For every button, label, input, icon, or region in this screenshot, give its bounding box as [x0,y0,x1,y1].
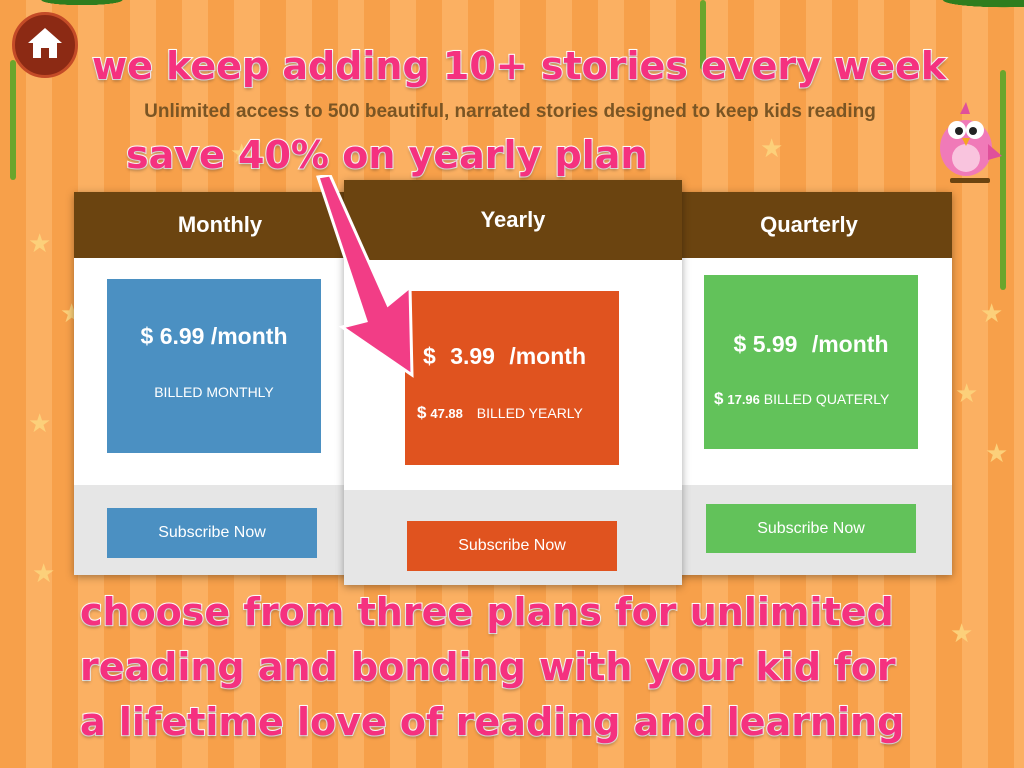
promo-save-text: save 40% on yearly plan [125,132,648,178]
billed-amount: 17.96 [727,392,760,407]
price-box-monthly: $ 6.99 /month BILLED MONTHLY [107,279,321,453]
star-icon: ★ [28,408,52,438]
price-period: /month [509,343,586,369]
currency-symbol: $ [417,403,427,422]
price-value: 6.99 [159,323,205,349]
price-line-monthly: $ 6.99 /month [107,323,321,350]
plan-footer-quarterly: Subscribe Now [666,485,952,575]
home-button[interactable] [12,12,78,78]
vine-decoration [10,60,16,180]
star-icon: ★ [955,378,979,408]
arrow-icon [316,175,414,378]
billing-note-quarterly: $ 17.96 BILLED QUATERLY [714,389,918,409]
subscribe-button-yearly[interactable]: Subscribe Now [407,521,617,571]
price-line-quarterly: $ 5.99 /month [704,331,918,358]
bird-mascot-icon [930,100,1004,186]
billed-label: BILLED QUATERLY [763,391,890,407]
promo-bottom-text: choose from three plans for unlimited re… [79,585,980,750]
price-line-yearly: $ 3.99 /month [423,343,619,370]
price-value: 3.99 [450,343,495,369]
subscribe-button-quarterly[interactable]: Subscribe Now [706,504,916,553]
billed-label: BILLED YEARLY [476,405,583,421]
price-value: 5.99 [752,331,798,357]
currency-symbol: $ [714,389,724,408]
billed-amount: 47.88 [430,406,463,421]
subscribe-button-monthly[interactable]: Subscribe Now [107,508,317,558]
home-icon [26,26,64,65]
currency-symbol: $ [140,323,154,349]
star-icon: ★ [28,228,52,258]
promo-line: a lifetime love of reading and learning [79,699,905,745]
plan-footer-monthly: Subscribe Now [74,485,366,575]
promo-headline: we keep adding 10+ stories every week [91,43,947,89]
plan-title-quarterly: Quarterly [666,192,952,258]
billing-note-monthly: BILLED MONTHLY [154,384,274,400]
price-box-quarterly: $ 5.99 /month $ 17.96 BILLED QUATERLY [704,275,918,449]
star-icon: ★ [980,298,1004,328]
billing-note-yearly: $ 47.88 BILLED YEARLY [417,403,619,423]
price-period: /month [210,323,288,349]
plan-footer-yearly: Subscribe Now [344,490,682,585]
currency-symbol: $ [733,331,747,357]
star-icon: ★ [985,438,1009,468]
promo-line: choose from three plans for unlimited [79,589,895,635]
star-icon: ★ [32,558,56,588]
plan-card-quarterly: Quarterly $ 5.99 /month $ 17.96 BILLED Q… [666,192,952,575]
price-period: /month [811,331,889,357]
promo-line: reading and bonding with your kid for [79,644,897,690]
